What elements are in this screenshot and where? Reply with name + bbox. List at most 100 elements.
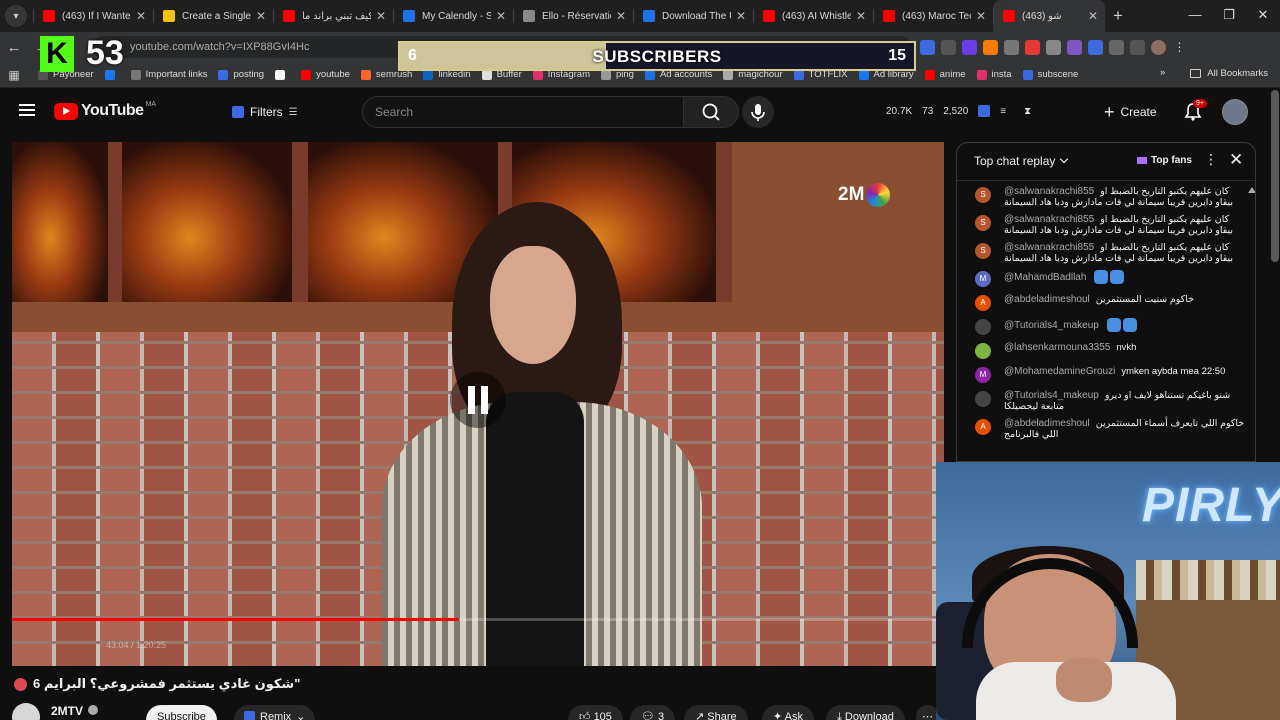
extension-icon[interactable]: [962, 39, 977, 55]
comments-button[interactable]: 💬︎ 3: [630, 705, 676, 720]
extension-icon[interactable]: [941, 39, 956, 55]
top-fans-button[interactable]: Top fans: [1137, 155, 1192, 166]
new-tab-button[interactable]: +: [1105, 6, 1131, 26]
media-icon[interactable]: [1130, 39, 1145, 55]
close-tab-icon[interactable]: ✕: [376, 9, 386, 23]
chat-author[interactable]: @salwanakrachi855: [1004, 242, 1094, 253]
browser-tab[interactable]: كيف تبني براند ما ✕: [273, 0, 393, 32]
chat-author[interactable]: @abdeladimeshoul: [1004, 294, 1090, 305]
close-tab-icon[interactable]: ✕: [856, 9, 866, 23]
remix-button[interactable]: Remix ⌄: [234, 705, 316, 720]
browser-tab[interactable]: (463) شو ✕: [993, 0, 1105, 32]
search-button[interactable]: [683, 96, 739, 128]
bookmark-item[interactable]: Important links: [130, 69, 207, 80]
subscribe-button[interactable]: Subscribe: [146, 705, 217, 720]
create-button[interactable]: + Create: [1104, 98, 1157, 126]
close-tab-icon[interactable]: ✕: [256, 9, 266, 23]
chat-author[interactable]: @MohamedamineGrouzi: [1004, 366, 1115, 377]
extension-icon[interactable]: [1046, 39, 1061, 55]
all-bookmarks-folder[interactable]: All Bookmarks: [1190, 68, 1268, 79]
chat-menu-icon[interactable]: ⋮: [1204, 151, 1218, 168]
profile-icon[interactable]: [1151, 39, 1166, 55]
more-bookmarks-icon[interactable]: »: [1160, 67, 1165, 78]
ask-button[interactable]: ✦ Ask: [762, 705, 815, 720]
close-tab-icon[interactable]: ✕: [1088, 9, 1098, 23]
hourglass-icon[interactable]: ⧗: [1024, 106, 1031, 117]
chat-avatar[interactable]: M: [975, 367, 991, 383]
channel-name[interactable]: 2MTV: [51, 704, 83, 718]
browser-tab[interactable]: Ello - Réservation ✕: [513, 0, 633, 32]
bookmark-favicon-icon: [858, 69, 869, 80]
extension-icon[interactable]: [978, 105, 991, 117]
chat-mode-dropdown[interactable]: Top chat replay: [974, 154, 1069, 168]
youtube-logo[interactable]: YouTube MA: [54, 101, 156, 120]
like-button[interactable]: 👍︎ 105: [568, 705, 623, 720]
extension-icon[interactable]: [983, 39, 998, 55]
close-tab-icon[interactable]: ✕: [616, 9, 626, 23]
browser-tab[interactable]: (463) AI Whistleb ✕: [753, 0, 873, 32]
extension-icon[interactable]: [1004, 39, 1019, 55]
bookmark-favicon-icon: [793, 69, 804, 80]
chat-avatar[interactable]: [975, 343, 991, 359]
download-button[interactable]: ⤓ Download: [826, 705, 905, 720]
stat-views: 20.7K: [886, 105, 913, 117]
close-tab-icon[interactable]: ✕: [136, 9, 146, 23]
menu-icon[interactable]: ⋮: [1172, 40, 1187, 55]
chat-avatar[interactable]: A: [975, 295, 991, 311]
close-tab-icon[interactable]: ✕: [976, 9, 986, 23]
chat-avatar[interactable]: A: [975, 419, 991, 435]
bookmark-item[interactable]: insta: [976, 69, 1012, 80]
browser-tab[interactable]: (463) If I Wanted ✕: [33, 0, 153, 32]
chat-avatar[interactable]: S: [975, 187, 991, 203]
puzzle-icon[interactable]: [1109, 39, 1124, 55]
chat-author[interactable]: @salwanakrachi855: [1004, 186, 1094, 197]
chat-author[interactable]: @lahsenkarmouna3355: [1004, 342, 1110, 353]
chat-author[interactable]: @Tutorials4_makeup: [1004, 320, 1099, 331]
close-tab-icon[interactable]: ✕: [736, 9, 746, 23]
apps-grid-icon[interactable]: ▦: [0, 68, 28, 82]
voice-search-button[interactable]: [742, 96, 774, 128]
list-icon[interactable]: ≡: [1000, 106, 1006, 117]
page-scrollbar[interactable]: [1271, 90, 1279, 262]
close-icon[interactable]: ✕: [1229, 150, 1243, 170]
close-window-button[interactable]: ✕: [1246, 0, 1280, 32]
chat-author[interactable]: @MahamdBadllah: [1004, 272, 1086, 283]
browser-tab[interactable]: Create a Single- ✕: [153, 0, 273, 32]
tab-search-icon[interactable]: ▾: [5, 5, 27, 27]
chat-avatar[interactable]: [975, 319, 991, 335]
video-progress-bar[interactable]: [12, 618, 944, 621]
pause-icon[interactable]: [450, 372, 506, 428]
chat-author[interactable]: @salwanakrachi855: [1004, 214, 1094, 225]
bookmark-item[interactable]: subscene: [1022, 69, 1078, 80]
chat-avatar[interactable]: [975, 391, 991, 407]
chat-author[interactable]: @Tutorials4_makeup: [1004, 390, 1099, 401]
share-button[interactable]: ↗ Share: [684, 705, 748, 720]
browser-tab[interactable]: (463) Maroc Tech ✕: [873, 0, 993, 32]
channel-avatar[interactable]: [12, 703, 40, 720]
bookmark-favicon-icon: [532, 69, 543, 80]
chat-avatar[interactable]: M: [975, 271, 991, 287]
back-button[interactable]: ←: [0, 39, 28, 56]
extension-icon[interactable]: [1025, 39, 1040, 55]
minimize-button[interactable]: —: [1178, 0, 1212, 32]
video-player[interactable]: 2M: [12, 142, 944, 666]
browser-tab[interactable]: Download The U ✕: [633, 0, 753, 32]
chat-avatar[interactable]: S: [975, 215, 991, 231]
bookmark-item[interactable]: anime: [924, 69, 966, 80]
maximize-button[interactable]: ❐: [1212, 0, 1246, 32]
filters-button[interactable]: Filters ☰: [226, 100, 302, 124]
extension-icon[interactable]: [1067, 39, 1082, 55]
account-avatar[interactable]: [1222, 99, 1248, 125]
close-tab-icon[interactable]: ✕: [496, 9, 506, 23]
hamburger-menu-icon[interactable]: [19, 104, 35, 116]
search-input[interactable]: Search: [362, 96, 684, 128]
chat-author[interactable]: @abdeladimeshoul: [1004, 418, 1090, 429]
bookmark-item[interactable]: youtube: [301, 69, 350, 80]
extension-icon[interactable]: [1088, 39, 1103, 55]
bookmark-item[interactable]: [275, 69, 290, 80]
chat-scroll-up-icon[interactable]: [1248, 187, 1255, 267]
bookmark-item[interactable]: posting: [218, 69, 264, 80]
extension-icon[interactable]: [920, 39, 935, 55]
chat-avatar[interactable]: S: [975, 243, 991, 259]
browser-tab[interactable]: My Calendly - Sc ✕: [393, 0, 513, 32]
